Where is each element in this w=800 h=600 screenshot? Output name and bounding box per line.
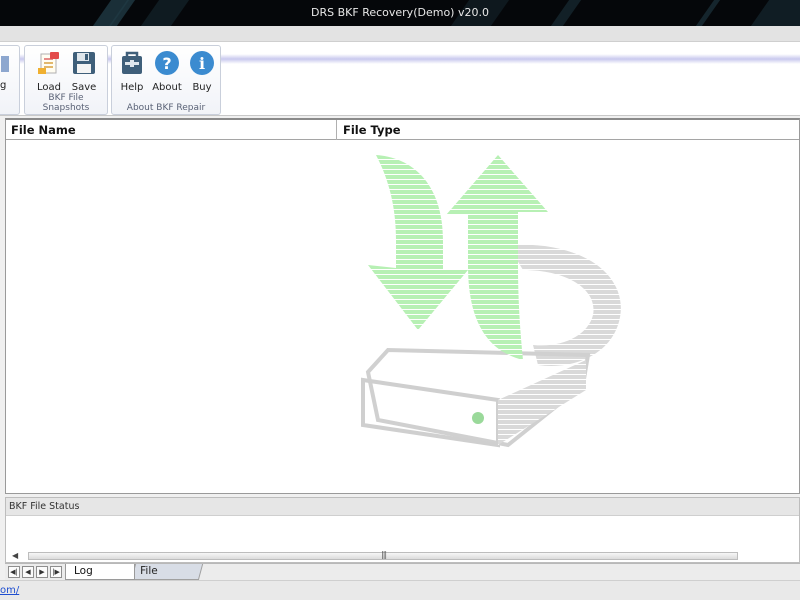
scroll-grip-icon: ||| [381, 550, 387, 559]
ribbon-group-about: Help ? About i Buy About BKF Repair [111, 45, 221, 115]
save-icon [71, 50, 97, 76]
help-button-label: Help [120, 82, 144, 93]
recovery-arrows-drive-icon [358, 150, 628, 453]
buy-button-label: Buy [192, 82, 212, 93]
svg-text:?: ? [162, 54, 171, 73]
scroll-left-arrow-icon[interactable]: ◀ [12, 551, 18, 560]
scroll-track[interactable]: ||| [28, 550, 738, 560]
svg-text:i: i [199, 54, 205, 73]
snapshots-group-label: BKF File Snapshots [42, 93, 90, 113]
save-button[interactable]: Save [67, 50, 101, 94]
about-button-label: About [152, 82, 182, 93]
window-title: DRS BKF Recovery(Demo) v20.0 [311, 6, 489, 19]
buy-button[interactable]: i Buy [185, 50, 219, 94]
load-button-label: Load [37, 82, 61, 93]
ribbon-toolbar: g Load Save BKF File Snapshots Help ? Ab… [0, 42, 800, 116]
title-bar[interactable]: DRS BKF Recovery(Demo) v20.0 [0, 0, 800, 26]
website-link[interactable]: om/ [0, 585, 19, 596]
partial-button-label: g [0, 80, 7, 91]
tab-log-window[interactable]: Log Window [65, 564, 135, 592]
column-header-file-name[interactable]: File Name [6, 120, 337, 140]
load-button[interactable]: Load [32, 50, 66, 94]
help-icon [119, 50, 145, 76]
column-header-file-type[interactable]: File Type [338, 120, 798, 140]
ribbon-group-partial: g [0, 45, 20, 115]
tab-bar: ◀| ◀ ▶ |▶ File Viewer Log Window [5, 563, 800, 592]
about-group-label: About BKF Repair [126, 103, 206, 113]
about-icon: ? [154, 50, 180, 76]
save-button-label: Save [71, 82, 97, 93]
load-icon [36, 50, 62, 76]
prev-tab-button[interactable]: ◀ [22, 566, 34, 578]
status-bar: om/ [0, 580, 800, 600]
tab-file-viewer[interactable]: File Viewer [130, 564, 204, 592]
menu-bar [0, 26, 800, 42]
application-window: DRS BKF Recovery(Demo) v20.0 g Load Save… [0, 0, 800, 600]
first-tab-button[interactable]: ◀| [8, 566, 20, 578]
partial-button-icon[interactable] [1, 56, 9, 72]
about-button[interactable]: ? About [150, 50, 184, 94]
ribbon-group-snapshots: Load Save BKF File Snapshots [24, 45, 108, 115]
buy-icon: i [189, 50, 215, 76]
status-panel-title: BKF File Status [6, 498, 799, 516]
last-tab-button[interactable]: |▶ [50, 566, 62, 578]
help-button[interactable]: Help [115, 50, 149, 94]
scroll-thumb[interactable]: ||| [29, 550, 737, 559]
file-list[interactable]: File Name File Type [5, 118, 800, 494]
file-list-header: File Name File Type [6, 120, 799, 140]
next-tab-button[interactable]: ▶ [36, 566, 48, 578]
status-panel: BKF File Status ◀ ||| [5, 497, 800, 563]
status-horizontal-scrollbar[interactable]: ◀ ||| [10, 550, 740, 561]
